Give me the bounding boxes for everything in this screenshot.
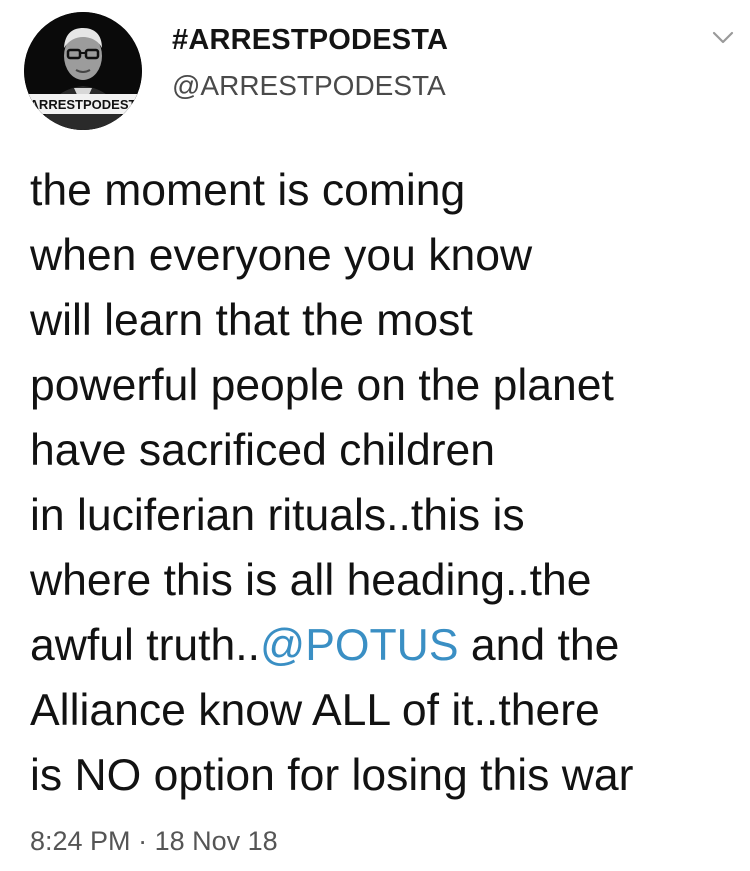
tweet-line: in luciferian rituals..this is [30,491,525,540]
tweet-line: have sacrificed children [30,426,496,475]
avatar-portrait-icon: ARRESTPODEST [24,12,142,130]
user-handle[interactable]: @ARRESTPODESTA [172,70,446,102]
tweet-line: powerful people on the planet [30,361,614,410]
tweet-line: where this is all heading..the [30,556,592,605]
meta-separator: · [138,826,148,856]
chevron-down-icon[interactable] [708,22,738,52]
tweet-text: the moment is coming when everyone you k… [30,158,745,808]
display-name[interactable]: #ARRESTPODESTA [172,24,448,57]
tweet-line: is NO option for losing this war [30,751,634,800]
tweet-timestamp[interactable]: 8:24 PM · 18 Nov 18 [30,826,278,857]
tweet-line: when everyone you know [30,231,533,280]
tweet-line-segment: and the [458,621,620,670]
avatar-banner-text: ARRESTPODEST [30,97,137,112]
tweet-line: will learn that the most [30,296,473,345]
mention-link[interactable]: @POTUS [260,621,458,670]
avatar[interactable]: ARRESTPODEST [24,12,142,130]
tweet-time: 8:24 PM [30,826,131,856]
tweet-date: 18 Nov 18 [154,826,278,856]
tweet-line-segment: awful truth.. [30,621,261,670]
tweet-card: ARRESTPODEST #ARRESTPODESTA @ARRESTPODES… [0,0,750,871]
tweet-line: the moment is coming [30,166,466,215]
tweet-line-with-mention: awful truth..@POTUS and the [30,613,745,678]
tweet-line: Alliance know ALL of it..there [30,686,600,735]
